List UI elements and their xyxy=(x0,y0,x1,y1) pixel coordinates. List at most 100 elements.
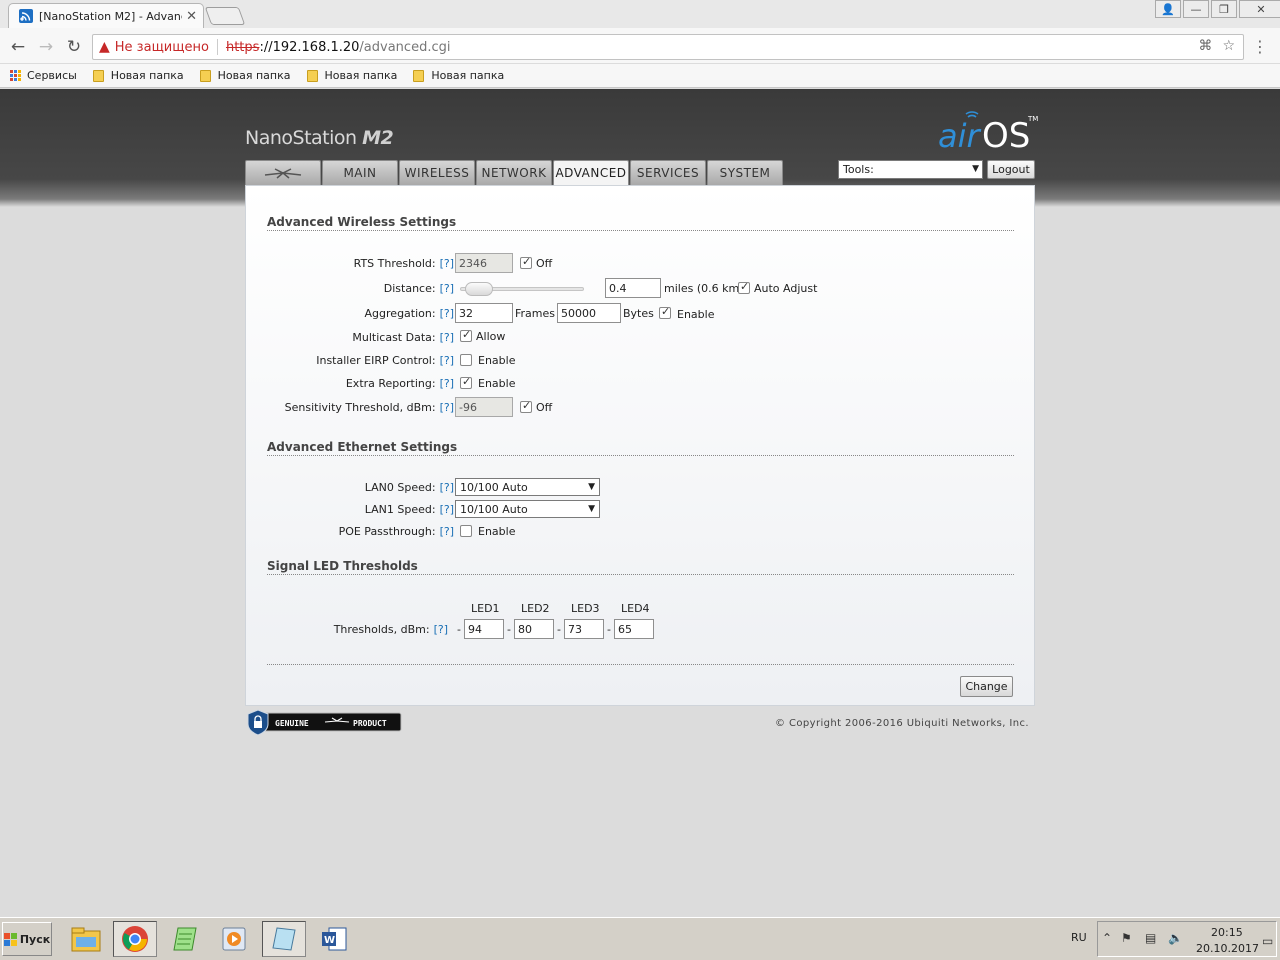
lan0-speed-select[interactable]: 10/100 Auto ▼ xyxy=(455,478,600,496)
aggregation-frames-input[interactable]: 32 xyxy=(455,303,513,323)
bookmark-folder-1[interactable]: Новая папка xyxy=(92,69,184,82)
close-window-button[interactable]: ✕ xyxy=(1239,0,1280,18)
multicast-allow-checkbox[interactable] xyxy=(460,328,472,342)
led1-threshold-input[interactable]: 94 xyxy=(464,619,504,639)
new-tab-button[interactable] xyxy=(204,7,246,25)
folder-icon xyxy=(413,69,425,82)
auto-adjust-checkbox[interactable] xyxy=(738,280,750,294)
eirp-enable-checkbox[interactable] xyxy=(460,354,472,366)
aggregation-bytes-input[interactable]: 50000 xyxy=(557,303,621,323)
lan1-speed-select[interactable]: 10/100 Auto ▼ xyxy=(455,500,600,518)
clock-time[interactable]: 20:15 xyxy=(1211,926,1243,939)
forward-arrow-icon[interactable]: → xyxy=(36,37,56,57)
lan1-speed-label: LAN1 Speed: [?] xyxy=(365,503,454,516)
tab-close-icon[interactable]: ✕ xyxy=(186,9,197,24)
logout-button[interactable]: Logout xyxy=(987,160,1035,179)
lan1-speed-label-text: LAN1 Speed: xyxy=(364,503,436,516)
svg-text:OS: OS xyxy=(982,116,1030,151)
bookmark-folder-3[interactable]: Новая папка xyxy=(306,69,398,82)
bookmark-star-icon[interactable]: ☆ xyxy=(1222,38,1235,54)
menu-dots-icon[interactable]: ⋮ xyxy=(1252,37,1268,56)
product-text: PRODUCT xyxy=(353,719,387,728)
svg-text:TM: TM xyxy=(1027,115,1038,123)
wireless-section-title: Advanced Wireless Settings xyxy=(267,215,457,229)
tab-advanced[interactable]: ADVANCED xyxy=(553,160,629,185)
language-indicator[interactable]: RU xyxy=(1071,931,1087,944)
tab-main[interactable]: MAIN xyxy=(322,160,398,185)
tools-dropdown[interactable]: Tools: ▼ xyxy=(838,160,983,179)
back-arrow-icon[interactable]: ← xyxy=(8,37,28,57)
sensitivity-help-link[interactable]: [?] xyxy=(440,401,454,414)
change-button[interactable]: Change xyxy=(960,676,1013,697)
minimize-button[interactable]: — xyxy=(1183,0,1209,18)
led1-header: LED1 xyxy=(471,602,500,615)
led2-threshold-input[interactable]: 80 xyxy=(514,619,554,639)
tray-expand-icon[interactable]: ⌃ xyxy=(1102,931,1112,945)
distance-input[interactable]: 0.4 xyxy=(605,278,661,298)
rts-help-link[interactable]: [?] xyxy=(440,257,454,270)
sensitivity-off-checkbox[interactable] xyxy=(520,399,532,413)
distance-help-link[interactable]: [?] xyxy=(440,282,454,295)
thresholds-label: Thresholds, dBm: [?] xyxy=(334,623,448,636)
section-divider xyxy=(267,574,1014,575)
poe-help-link[interactable]: [?] xyxy=(440,525,454,538)
url-path: /advanced.cgi xyxy=(359,39,451,55)
restore-button[interactable]: ❐ xyxy=(1211,0,1237,18)
led4-threshold-input[interactable]: 65 xyxy=(614,619,654,639)
minus-sign: - xyxy=(607,623,611,636)
word-taskbar-icon[interactable]: W xyxy=(312,921,356,957)
taskbar: Пуск W RU ⌃ ⚑ ▤ 🔈 20:15 20.10.2017 ▭ xyxy=(0,917,1280,960)
volume-icon[interactable]: 🔈 xyxy=(1168,931,1183,945)
network-icon[interactable]: ▤ xyxy=(1145,931,1156,945)
bookmark-folder-4[interactable]: Новая папка xyxy=(413,69,504,82)
extra-reporting-checkbox[interactable] xyxy=(460,375,472,389)
profile-icon[interactable]: 👤 xyxy=(1155,0,1181,18)
rts-off-checkbox[interactable] xyxy=(520,255,532,269)
thresholds-help-link[interactable]: [?] xyxy=(434,623,448,636)
action-center-flag-icon[interactable]: ⚑ xyxy=(1121,931,1132,945)
notepad-taskbar-icon[interactable] xyxy=(163,921,207,957)
extra-reporting-help-link[interactable]: [?] xyxy=(440,377,454,390)
eirp-help-link[interactable]: [?] xyxy=(440,354,454,367)
bookmark-label: Новая папка xyxy=(217,69,291,82)
rts-threshold-label: RTS Threshold: [?] xyxy=(354,257,454,270)
document-taskbar-icon[interactable] xyxy=(262,921,306,957)
tab-network[interactable]: NETWORK xyxy=(476,160,552,185)
aggregation-help-link[interactable]: [?] xyxy=(440,307,454,320)
led3-threshold-input[interactable]: 73 xyxy=(564,619,604,639)
start-label: Пуск xyxy=(19,932,51,946)
tab-services[interactable]: SERVICES xyxy=(630,160,706,185)
browser-tab[interactable]: [NanoStation M2] - Advanced ✕ xyxy=(8,3,204,28)
rts-threshold-input[interactable]: 2346 xyxy=(455,253,513,273)
aggregation-label: Aggregation: [?] xyxy=(365,307,454,320)
address-bar[interactable]: ▲ Не защищено https://192.168.1.20/advan… xyxy=(92,34,1244,60)
lan0-help-link[interactable]: [?] xyxy=(440,481,454,494)
reload-icon[interactable]: ↻ xyxy=(64,37,84,57)
security-label[interactable]: Не защищено xyxy=(115,40,209,55)
translate-icon[interactable]: ⌘ xyxy=(1198,38,1212,54)
tab-ubnt-home[interactable] xyxy=(245,160,321,185)
bookmark-apps[interactable]: Сервисы xyxy=(10,69,77,82)
multicast-label-text: Multicast Data: xyxy=(352,331,436,344)
explorer-taskbar-icon[interactable] xyxy=(64,921,108,957)
poe-enable-checkbox[interactable] xyxy=(460,525,472,537)
bookmark-folder-2[interactable]: Новая папка xyxy=(199,69,291,82)
tab-wireless[interactable]: WIRELESS xyxy=(399,160,475,185)
media-player-taskbar-icon[interactable] xyxy=(212,921,256,957)
clock-date[interactable]: 20.10.2017 xyxy=(1196,942,1259,955)
dropdown-arrow-icon: ▼ xyxy=(588,504,595,514)
aggregation-enable-checkbox[interactable] xyxy=(659,305,671,319)
show-desktop-icon[interactable]: ▭ xyxy=(1262,934,1273,948)
bookmark-label: Новая папка xyxy=(324,69,398,82)
sensitivity-input[interactable]: -96 xyxy=(455,397,513,417)
start-button[interactable]: Пуск xyxy=(2,922,52,956)
svg-text:air: air xyxy=(938,117,982,151)
multicast-help-link[interactable]: [?] xyxy=(440,331,454,344)
lan0-speed-label: LAN0 Speed: [?] xyxy=(365,481,454,494)
tab-system[interactable]: SYSTEM xyxy=(707,160,783,185)
led4-header: LED4 xyxy=(621,602,650,615)
distance-slider-handle[interactable] xyxy=(464,282,493,296)
multicast-allow-label: Allow xyxy=(476,330,506,343)
chrome-taskbar-icon[interactable] xyxy=(113,921,157,957)
lan1-help-link[interactable]: [?] xyxy=(440,503,454,516)
